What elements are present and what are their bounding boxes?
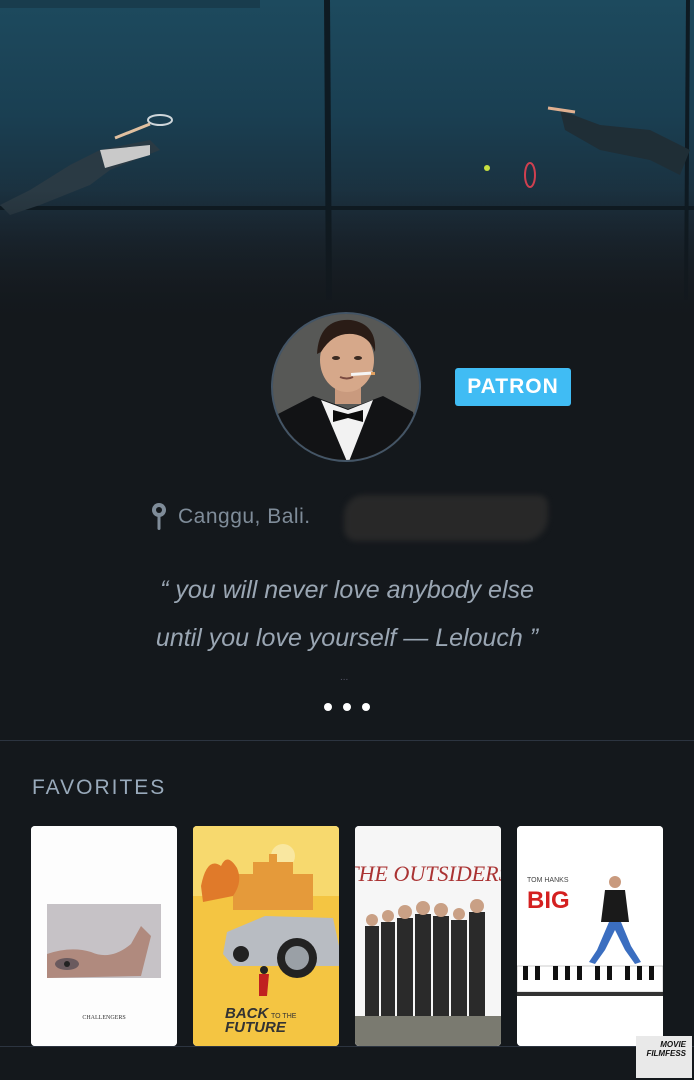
poster-the-outsiders[interactable]: THE OUTSIDERS [355, 826, 501, 1046]
bio: “ you will never love anybody else until… [0, 566, 694, 662]
location-text: Canggu, Bali. [178, 505, 311, 528]
patron-badge: PATRON [455, 368, 571, 406]
poster-bttf-future: FUTURE [225, 1019, 287, 1036]
redacted-area [344, 495, 548, 541]
avatar[interactable] [271, 312, 421, 462]
poster-outsiders-title: THE OUTSIDERS [355, 861, 501, 886]
bio-ellipsis: ... [340, 672, 349, 683]
bio-line-2: until you love yourself — Lelouch ” [155, 624, 539, 652]
favorites-list: CHALLENGERS BACK TO THE FUTURE THE OUTSI [31, 826, 663, 1046]
bio-line-1: “ you will never love anybody else [160, 576, 534, 604]
poster-big-title: BIG [527, 887, 570, 914]
watermark-logo: MOVIE FILMFESS [636, 1036, 692, 1078]
more-ellipsis-icon[interactable] [324, 696, 370, 718]
watermark-line-2: FILMFESS [646, 1049, 686, 1058]
poster-big[interactable]: TOM HANKS BIG [517, 826, 663, 1046]
poster-big-actor: TOM HANKS [527, 877, 569, 884]
poster-challengers[interactable]: CHALLENGERS [31, 826, 177, 1046]
bottom-divider [0, 1046, 694, 1047]
watermark-line-1: MOVIE [660, 1040, 686, 1049]
poster-back-to-the-future[interactable]: BACK TO THE FUTURE [193, 826, 339, 1046]
divider [0, 740, 694, 741]
location-pin-icon [152, 503, 166, 530]
profile-backdrop [0, 0, 694, 330]
location: Canggu, Bali. [150, 500, 311, 534]
favorites-heading: FAVORITES [32, 776, 167, 799]
poster-challengers-text: CHALLENGERS [82, 1015, 125, 1021]
